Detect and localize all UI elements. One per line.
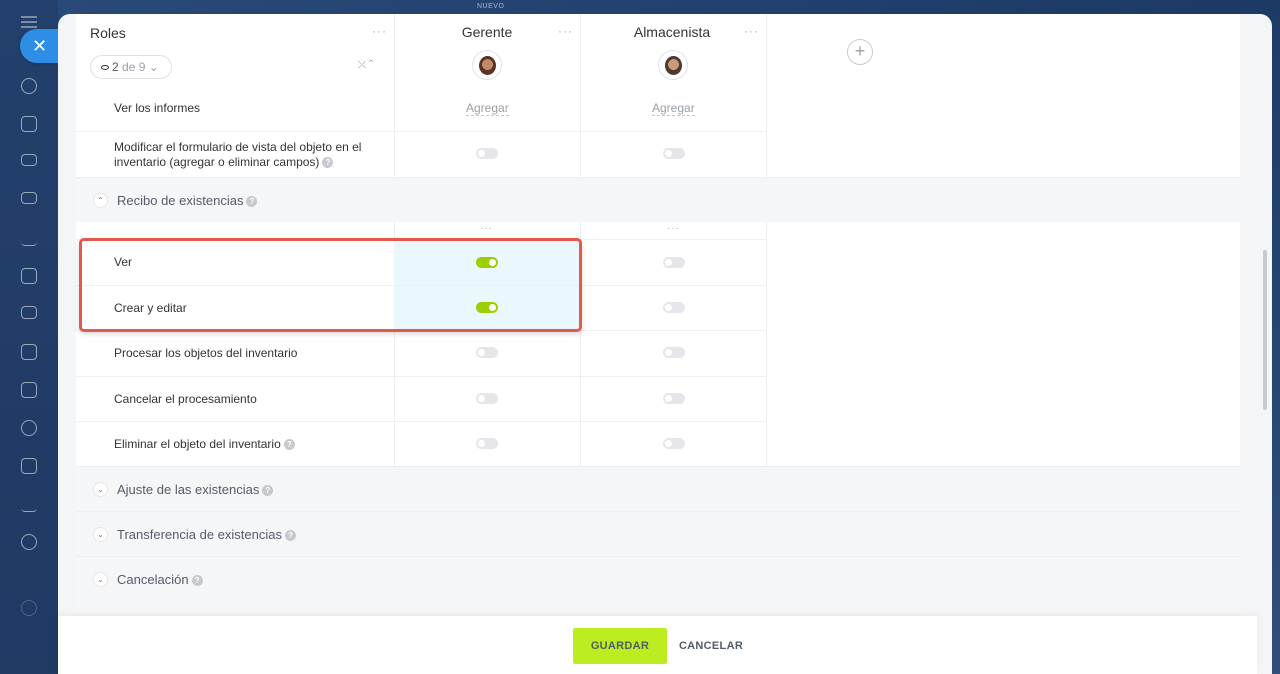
target-icon[interactable] [21,420,37,436]
help-icon[interactable]: ? [262,485,274,497]
avatar [472,50,502,80]
section-title: Ajuste de las existencias? [117,482,274,497]
roles-total-text: de 9 [122,60,146,74]
help-icon[interactable]: ? [283,439,295,451]
help-icon[interactable]: ? [322,157,334,169]
permission-label: Procesar los objetos del inventario [114,346,298,360]
table-row: Eliminar el objeto del inventario? [76,421,767,466]
eye-icon [101,65,109,71]
section-title-text: Transferencia de existencias [117,527,282,542]
permission-toggle[interactable] [663,393,685,404]
permission-label-text: Eliminar el objeto del inventario [114,437,281,451]
roles-filter[interactable]: 2 de 9 ⌄ [90,55,172,79]
sites-icon[interactable] [21,306,37,319]
permission-toggle[interactable] [663,347,685,358]
section-title: Recibo de existencias? [117,193,258,208]
section-header-transferencia[interactable]: ⌄ Transferencia de existencias? [76,511,1240,556]
roles-visible-count: 2 [112,60,119,74]
roles-title: Roles [90,25,126,41]
permission-label: Modificar el formulario de vista del obj… [114,140,374,170]
permission-toggle[interactable] [476,393,498,404]
cancel-button[interactable]: CANCELAR [673,628,749,664]
help-icon[interactable]: ? [191,575,203,587]
inbox-icon[interactable] [21,192,37,204]
crm-icon[interactable] [21,78,37,94]
left-nav-rail: ✕ [0,0,66,674]
chevron-down-icon: ⌄ [93,527,108,542]
collapse-all-icon[interactable]: ⤫ ⌃ [358,60,374,71]
new-badge: NUEVO [477,3,505,10]
table-row: Ver los informes Agregar Agregar [76,99,767,131]
cube-icon[interactable] [21,534,37,550]
role-more-icon[interactable]: ··· [558,24,573,38]
column-divider [766,14,767,99]
close-icon: ✕ [32,36,48,56]
role-more-icon[interactable]: ··· [744,24,759,38]
chevron-down-icon: ⌄ [93,572,108,587]
analytics-icon[interactable] [21,230,37,246]
chevron-down-icon: ⌄ [148,60,159,74]
scrollbar[interactable] [1263,250,1267,410]
table-header: Roles ··· 2 de 9 ⌄ ⤫ ⌃ Gerente ··· Almac… [76,14,1240,99]
table-row: Procesar los objetos del inventario [76,330,767,376]
permission-toggle[interactable] [476,347,498,358]
documents-icon[interactable] [21,458,37,474]
settings-icon[interactable] [21,600,37,616]
permission-toggle[interactable] [663,438,685,449]
column-more-icon[interactable]: ··· [480,223,493,234]
permission-label: Ver los informes [114,101,201,115]
permission-label: Eliminar el objeto del inventario? [114,437,295,452]
filter-icon[interactable] [21,154,37,166]
table-row: Modificar el formulario de vista del obj… [76,131,767,177]
permissions-panel: Roles ··· 2 de 9 ⌄ ⤫ ⌃ Gerente ··· Almac… [58,14,1272,674]
roles-more-icon[interactable]: ··· [372,24,387,38]
role-name-almacenista: Almacenista [633,24,711,40]
section-header-recibo[interactable]: ⌃ Recibo de existencias? [76,177,1240,222]
chevron-up-icon: ⌃ [93,193,108,208]
section-title-text: Ajuste de las existencias [117,482,260,497]
calendar-icon[interactable] [21,344,37,360]
save-button[interactable]: GUARDAR [573,628,667,664]
permission-toggle[interactable] [476,148,498,159]
permission-toggle[interactable] [663,148,685,159]
avatar [658,50,688,80]
footer-bar: GUARDAR CANCELAR [58,616,1257,674]
add-access-link[interactable]: Agregar [466,101,509,116]
section-title: Transferencia de existencias? [117,527,296,542]
permission-toggle[interactable] [663,257,685,268]
add-access-link[interactable]: Agregar [652,101,695,116]
section-title-text: Recibo de existencias [117,193,244,208]
chevron-down-icon: ⌄ [93,482,108,497]
menu-icon[interactable] [21,16,37,28]
section-header-ajuste[interactable]: ⌄ Ajuste de las existencias? [76,466,1240,511]
permission-label: Cancelar el procesamiento [114,392,257,406]
top-strip: NUEVO [58,0,1280,14]
section-title-text: Cancelación [117,572,189,587]
permissions-group: Ver los informes Agregar Agregar Modific… [76,99,1240,177]
help-icon[interactable]: ? [285,530,296,542]
tasks-icon[interactable] [21,116,37,132]
edit-icon[interactable] [21,496,37,512]
role-name-gerente: Gerente [461,24,513,40]
store-icon[interactable] [21,382,37,398]
column-more-icon[interactable]: ··· [667,223,680,234]
highlight-annotation [79,238,582,332]
section-header-cancelacion[interactable]: ⌄ Cancelación? [76,556,1240,601]
add-role-button[interactable]: + [847,39,873,65]
section-title: Cancelación? [117,572,203,587]
cart-icon[interactable] [21,268,37,284]
permission-toggle[interactable] [476,438,498,449]
help-icon[interactable]: ? [246,196,258,208]
permission-toggle[interactable] [663,302,685,313]
table-row: Cancelar el procesamiento [76,376,767,421]
